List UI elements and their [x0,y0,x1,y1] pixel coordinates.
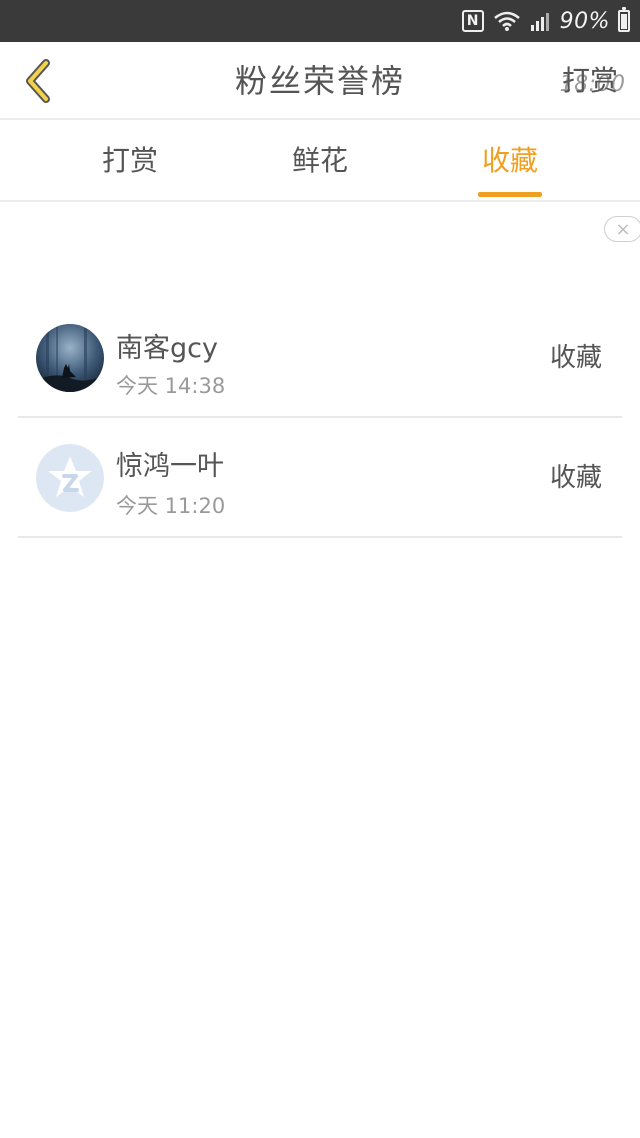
battery-icon [618,7,630,32]
timestamp: 今天 11:20 [116,494,226,518]
tab-bar: 打赏 鲜花 收藏 [0,120,640,202]
list-item[interactable]: 惊鸿一叶 今天 11:20 收藏 [18,418,622,538]
nfc-label: N [466,13,479,29]
active-tab-indicator [478,192,542,197]
list-item[interactable]: 南客gcy 今天 14:38 收藏 [18,298,622,418]
status-icons: N 90% 18:00 [461,0,630,97]
nfc-icon: N [461,10,484,32]
signal-icon [530,13,549,31]
timestamp: 今天 14:38 [116,374,226,398]
default-avatar-icon [36,444,104,512]
close-button[interactable]: × [604,216,640,242]
app-header: 粉丝荣誉榜 打赏 [0,42,640,120]
user-name: 惊鸿一叶 [116,451,224,482]
reward-link[interactable]: 打赏 [562,42,618,120]
tab-favorites[interactable]: 收藏 [440,120,580,202]
status-bar: N 90% 18:00 [0,0,640,97]
avatar [36,444,104,512]
user-name: 南客gcy [116,333,218,364]
favorite-label: 收藏 [549,343,602,373]
page-title: 粉丝荣誉榜 [234,62,405,100]
fan-list: 南客gcy 今天 14:38 收藏 惊鸿一叶 今天 11:20 收藏 [18,298,622,538]
close-icon: × [615,218,631,240]
favorite-label: 收藏 [549,463,602,493]
tab-flowers[interactable]: 鲜花 [250,120,390,202]
wifi-icon [493,11,520,31]
wolf-avatar-icon [36,324,104,392]
battery-percent: 90% [559,8,610,34]
avatar [36,324,104,392]
tab-reward[interactable]: 打赏 [60,120,200,202]
